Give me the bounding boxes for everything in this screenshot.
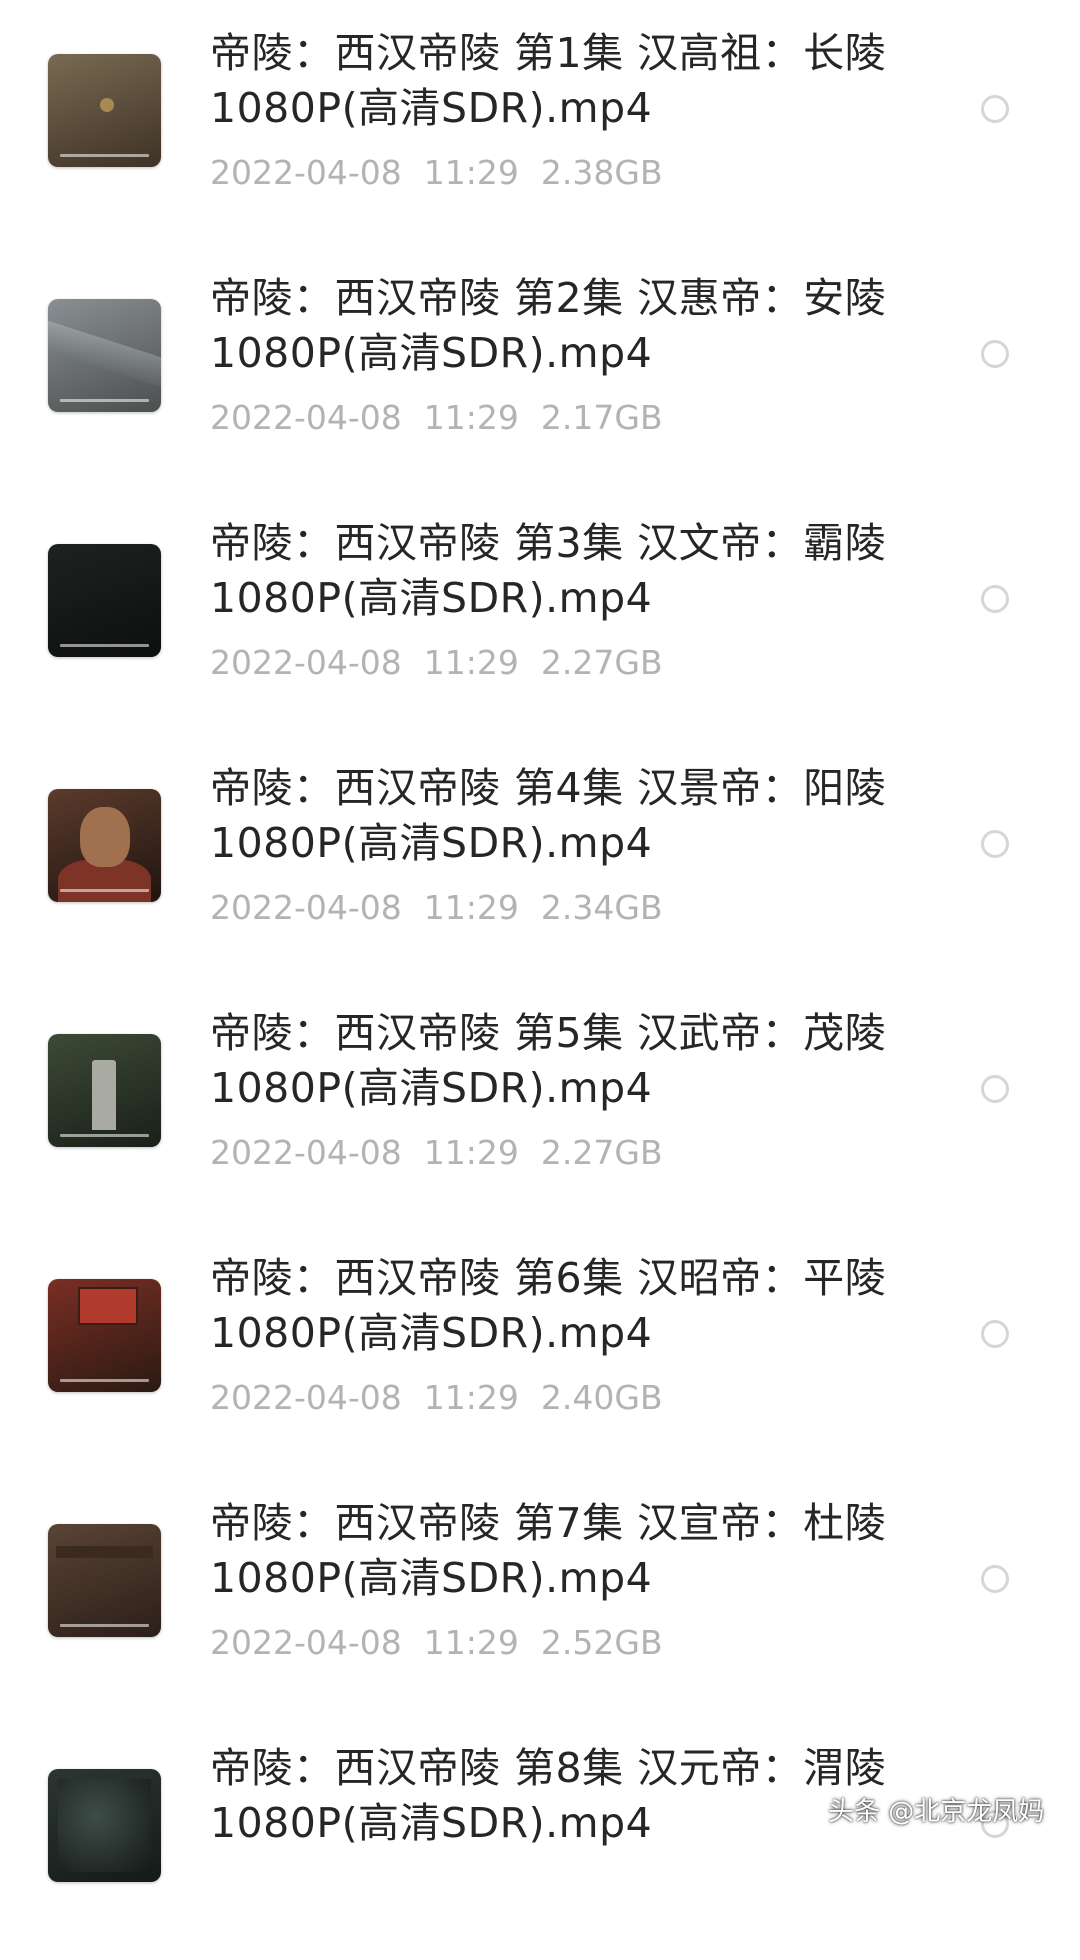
file-name[interactable]: 帝陵：西汉帝陵 第8集 汉元帝：渭陵 1080P(高清SDR).mp4 [210,1741,910,1851]
file-time: 11:29 [423,1378,519,1417]
thumbnail-subtitle [60,644,149,647]
file-meta: 2022-04-08 11:29 2.17GB [210,398,685,438]
select-radio[interactable] [981,95,1009,123]
thumbnail-scene [80,807,130,867]
file-name-line2: 1080P(高清SDR).mp4 [210,1064,653,1112]
file-name-line1: 帝陵：西汉帝陵 第5集 汉武帝：茂陵 [210,1009,887,1057]
select-radio[interactable] [981,340,1009,368]
file-time: 11:29 [423,1133,519,1172]
file-row[interactable]: 帝陵：西汉帝陵 第3集 汉文帝：霸陵 1080P(高清SDR).mp4 2022-0… [0,490,1080,735]
file-date: 2022-04-08 [210,1133,402,1172]
palace-hall-thumbnail[interactable] [48,1279,161,1392]
thumbnail-scene [56,1546,153,1558]
file-row[interactable]: 帝陵：西汉帝陵 第2集 汉惠帝：安陵 1080P(高清SDR).mp4 2022-0… [0,245,1080,490]
stele-thumbnail[interactable] [48,1034,161,1147]
emperor-portrait-thumbnail[interactable] [48,789,161,902]
file-row[interactable]: 帝陵：西汉帝陵 第6集 汉昭帝：平陵 1080P(高清SDR).mp4 2022-0… [0,1225,1080,1470]
thumbnail-scene [78,1287,138,1325]
file-size: 2.17GB [540,398,663,437]
file-name-line1: 帝陵：西汉帝陵 第7集 汉宣帝：杜陵 [210,1499,887,1547]
file-name[interactable]: 帝陵：西汉帝陵 第7集 汉宣帝：杜陵 1080P(高清SDR).mp4 [210,1496,910,1606]
watermark-text: 头条 @北京龙凤妈 [828,1797,1045,1827]
thumbnail-scene [92,1060,116,1130]
select-radio[interactable] [981,585,1009,613]
file-row[interactable]: 帝陵：西汉帝陵 第5集 汉武帝：茂陵 1080P(高清SDR).mp4 2022-0… [0,980,1080,1225]
file-date: 2022-04-08 [210,1378,402,1417]
file-row[interactable]: 帝陵：西汉帝陵 第7集 汉宣帝：杜陵 1080P(高清SDR).mp4 2022-0… [0,1470,1080,1715]
file-time: 11:29 [423,153,519,192]
file-name-line2: 1080P(高清SDR).mp4 [210,1309,653,1357]
file-row[interactable]: 帝陵：西汉帝陵 第1集 汉高祖：长陵 1080P(高清SDR).mp4 2022-0… [0,0,1080,245]
file-date: 2022-04-08 [210,888,402,927]
map-thumbnail[interactable] [48,54,161,167]
thumbnail-subtitle [60,1134,149,1137]
thumbnail-subtitle [60,399,149,402]
thumbnail-subtitle [60,1624,149,1627]
file-size: 2.27GB [540,1133,663,1172]
thumbnail-scene [58,1779,151,1872]
file-meta: 2022-04-08 11:29 2.52GB [210,1623,685,1663]
file-name-line2: 1080P(高清SDR).mp4 [210,574,653,622]
file-date: 2022-04-08 [210,1623,402,1662]
file-size: 2.52GB [540,1623,663,1662]
file-size: 2.34GB [540,888,663,927]
file-size: 2.38GB [540,153,663,192]
file-name-line1: 帝陵：西汉帝陵 第3集 汉文帝：霸陵 [210,519,887,567]
thumbnail-subtitle [60,889,149,892]
file-meta: 2022-04-08 11:29 2.27GB [210,643,685,683]
file-name[interactable]: 帝陵：西汉帝陵 第3集 汉文帝：霸陵 1080P(高清SDR).mp4 [210,516,910,626]
file-size: 2.40GB [540,1378,663,1417]
terracotta-thumbnail[interactable] [48,1524,161,1637]
file-meta: 2022-04-08 11:29 2.27GB [210,1133,685,1173]
file-name-line2: 1080P(高清SDR).mp4 [210,329,653,377]
file-list: 帝陵：西汉帝陵 第1集 汉高祖：长陵 1080P(高清SDR).mp4 2022-0… [0,0,1080,1882]
forest-thumbnail[interactable] [48,1769,161,1882]
file-time: 11:29 [423,1623,519,1662]
dark-scene-thumbnail[interactable] [48,544,161,657]
thumbnail-scene [48,320,161,388]
select-radio[interactable] [981,830,1009,858]
thumbnail-scene [100,98,114,112]
select-radio[interactable] [981,1320,1009,1348]
select-radio[interactable] [981,1565,1009,1593]
file-time: 11:29 [423,643,519,682]
file-meta: 2022-04-08 11:29 2.40GB [210,1378,685,1418]
file-name-line2: 1080P(高清SDR).mp4 [210,819,653,867]
file-name[interactable]: 帝陵：西汉帝陵 第2集 汉惠帝：安陵 1080P(高清SDR).mp4 [210,271,910,381]
file-name-line1: 帝陵：西汉帝陵 第8集 汉元帝：渭陵 [210,1744,887,1792]
file-date: 2022-04-08 [210,398,402,437]
select-radio[interactable] [981,1075,1009,1103]
file-name[interactable]: 帝陵：西汉帝陵 第4集 汉景帝：阳陵 1080P(高清SDR).mp4 [210,761,910,871]
thumbnail-subtitle [60,154,149,157]
file-time: 11:29 [423,398,519,437]
file-name-line2: 1080P(高清SDR).mp4 [210,84,653,132]
file-name-line1: 帝陵：西汉帝陵 第6集 汉昭帝：平陵 [210,1254,887,1302]
city-wall-thumbnail[interactable] [48,299,161,412]
file-size: 2.27GB [540,643,663,682]
file-name-line1: 帝陵：西汉帝陵 第2集 汉惠帝：安陵 [210,274,887,322]
file-name-line1: 帝陵：西汉帝陵 第4集 汉景帝：阳陵 [210,764,887,812]
file-row[interactable]: 帝陵：西汉帝陵 第8集 汉元帝：渭陵 1080P(高清SDR).mp4 [0,1715,1080,1960]
file-name-line2: 1080P(高清SDR).mp4 [210,1554,653,1602]
file-time: 11:29 [423,888,519,927]
file-name[interactable]: 帝陵：西汉帝陵 第5集 汉武帝：茂陵 1080P(高清SDR).mp4 [210,1006,910,1116]
file-name-line2: 1080P(高清SDR).mp4 [210,1799,653,1847]
file-meta: 2022-04-08 11:29 2.38GB [210,153,685,193]
thumbnail-subtitle [60,1379,149,1382]
file-meta: 2022-04-08 11:29 2.34GB [210,888,685,928]
file-date: 2022-04-08 [210,643,402,682]
file-name-line1: 帝陵：西汉帝陵 第1集 汉高祖：长陵 [210,29,887,77]
file-date: 2022-04-08 [210,153,402,192]
file-name[interactable]: 帝陵：西汉帝陵 第6集 汉昭帝：平陵 1080P(高清SDR).mp4 [210,1251,910,1361]
file-row[interactable]: 帝陵：西汉帝陵 第4集 汉景帝：阳陵 1080P(高清SDR).mp4 2022-0… [0,735,1080,980]
file-name[interactable]: 帝陵：西汉帝陵 第1集 汉高祖：长陵 1080P(高清SDR).mp4 [210,26,910,136]
